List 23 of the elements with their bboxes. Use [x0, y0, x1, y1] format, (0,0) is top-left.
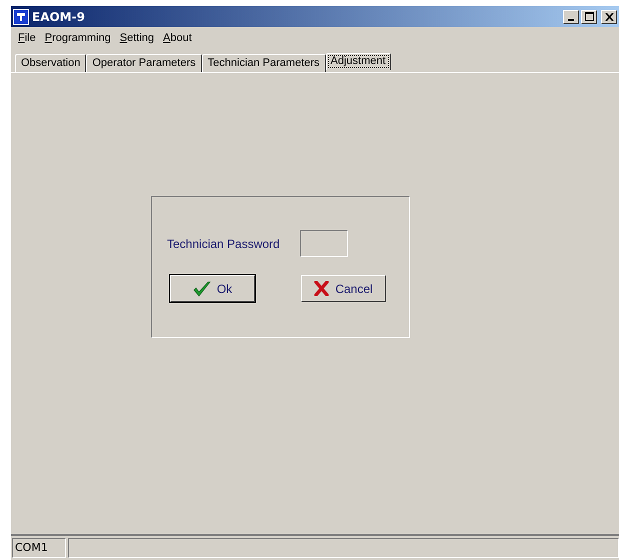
tab[interactable]: Operator Parameters [86, 54, 202, 72]
maximize-button[interactable] [581, 10, 597, 24]
status-panel: COM1 [12, 538, 66, 558]
cancel-button[interactable]: Cancel [301, 275, 386, 302]
app-icon [13, 8, 29, 24]
close-button[interactable] [601, 10, 617, 24]
checkmark-icon [192, 280, 211, 296]
tab[interactable]: Adjustment [326, 53, 391, 70]
menu-item[interactable]: Setting [116, 32, 160, 44]
menu-item[interactable]: About [160, 32, 198, 44]
x-icon [314, 281, 330, 296]
tab[interactable]: Technician Parameters [202, 54, 326, 72]
tab[interactable]: Observation [15, 54, 86, 72]
window-title: EAOM-9 [32, 10, 86, 24]
password-field[interactable] [300, 230, 348, 257]
menu-item[interactable]: File [15, 32, 42, 44]
minimize-button[interactable] [563, 10, 579, 24]
password-label: Technician Password [167, 236, 280, 250]
menu-item[interactable]: Programming [42, 32, 117, 44]
maximize-icon [584, 12, 594, 20]
minimize-icon [568, 18, 574, 20]
close-icon [604, 12, 614, 20]
ok-button[interactable]: Ok [170, 275, 255, 302]
